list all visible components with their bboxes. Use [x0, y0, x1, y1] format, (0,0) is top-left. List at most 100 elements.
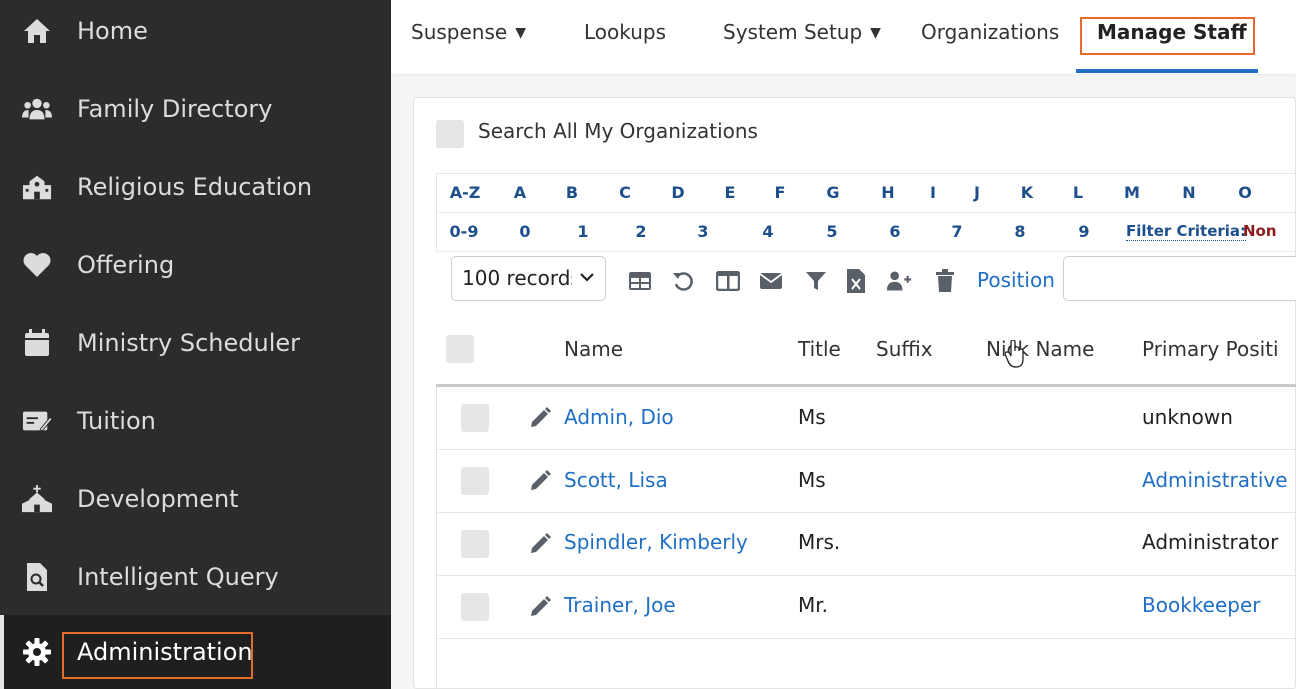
search-all-label: Search All My Organizations [478, 119, 758, 143]
pencil-icon[interactable] [528, 469, 552, 497]
sidebar: Home Family Directory Religious Educatio… [0, 0, 391, 689]
sidebar-item-ministry-scheduler[interactable]: Ministry Scheduler [0, 304, 391, 382]
alpha-filter-j[interactable]: J [957, 183, 997, 202]
pencil-icon[interactable] [528, 532, 552, 560]
manage-staff-highlight [1080, 17, 1255, 55]
staff-name-link[interactable]: Scott, Lisa [564, 468, 668, 492]
staff-name-link[interactable]: Trainer, Joe [564, 593, 676, 617]
row-checkbox[interactable] [461, 530, 489, 558]
alpha-filter-7[interactable]: 7 [937, 222, 977, 241]
home-icon [22, 16, 52, 46]
alpha-filter-c[interactable]: C [605, 183, 645, 202]
alpha-filter-m[interactable]: M [1112, 183, 1152, 202]
sidebar-item-intelligent-query[interactable]: Intelligent Query [0, 538, 391, 616]
school-icon [22, 172, 52, 202]
alpha-filter-1[interactable]: 1 [563, 222, 603, 241]
alpha-filter-9[interactable]: 9 [1064, 222, 1104, 241]
sidebar-item-family-directory[interactable]: Family Directory [0, 70, 391, 148]
pencil-icon[interactable] [528, 595, 552, 623]
alpha-filter-n[interactable]: N [1169, 183, 1209, 202]
alpha-filter-2[interactable]: 2 [621, 222, 661, 241]
records-per-page-select[interactable]: 100 records [451, 256, 606, 301]
tab-label: Suspense [411, 20, 508, 44]
table-left-border [436, 387, 437, 689]
alpha-filter-0[interactable]: 0 [505, 222, 545, 241]
alpha-filter-o[interactable]: O [1225, 183, 1265, 202]
active-tab-underline [1076, 69, 1258, 73]
sidebar-item-label: Development [77, 485, 239, 513]
calendar-icon [22, 328, 52, 358]
sidebar-item-offering[interactable]: Offering [0, 226, 391, 304]
search-all-checkbox[interactable] [436, 120, 464, 148]
staff-primary-position-link[interactable]: Bookkeeper [1142, 593, 1260, 617]
staff-primary-position: Administrator [1142, 530, 1279, 554]
staff-primary-position-link[interactable]: Administrative [1142, 468, 1288, 492]
alpha-filter-b[interactable]: B [552, 183, 592, 202]
alpha-filter-8[interactable]: 8 [1000, 222, 1040, 241]
caret-down-icon: ▼ [515, 25, 526, 41]
sidebar-item-label: Ministry Scheduler [77, 329, 301, 357]
sidebar-item-label: Family Directory [77, 95, 273, 123]
administration-highlight [62, 632, 253, 679]
sidebar-item-label: Offering [77, 251, 175, 279]
alpha-filter-k[interactable]: K [1007, 183, 1047, 202]
alpha-filter-h[interactable]: H [868, 183, 908, 202]
envelope-icon[interactable] [758, 268, 784, 294]
tab-lookups[interactable]: Lookups [584, 20, 666, 44]
staff-name-link[interactable]: Admin, Dio [564, 405, 674, 429]
alpha-filter-3[interactable]: 3 [683, 222, 723, 241]
sidebar-item-label: Religious Education [77, 173, 313, 201]
table-row: Scott, Lisa Ms Administrative [436, 450, 1296, 513]
alpha-filter-l[interactable]: L [1058, 183, 1098, 202]
tab-label: Organizations [921, 20, 1060, 44]
row-checkbox[interactable] [461, 404, 489, 432]
tab-organizations[interactable]: Organizations [921, 20, 1059, 44]
excel-icon[interactable] [843, 268, 869, 294]
trash-icon[interactable] [932, 268, 958, 294]
alpha-filter-a[interactable]: A [500, 183, 540, 202]
alpha-filter-4[interactable]: 4 [748, 222, 788, 241]
pencil-icon[interactable] [528, 406, 552, 434]
divider [437, 212, 1296, 213]
heart-icon [22, 250, 52, 280]
column-header-suffix[interactable]: Suffix [876, 337, 933, 361]
staff-title: Ms [798, 468, 826, 492]
column-header-name[interactable]: Name [564, 337, 623, 361]
tab-suspense[interactable]: Suspense ▼ [411, 20, 526, 44]
column-header-primary-position[interactable]: Primary Positi [1142, 337, 1279, 361]
alpha-filter-6[interactable]: 6 [875, 222, 915, 241]
tab-system-setup[interactable]: System Setup ▼ [723, 20, 881, 44]
filter-icon[interactable] [803, 268, 829, 294]
row-checkbox[interactable] [461, 467, 489, 495]
undo-icon[interactable] [670, 268, 696, 294]
alpha-filter-i[interactable]: I [913, 183, 953, 202]
table-icon[interactable] [627, 268, 653, 294]
staff-title: Mr. [798, 593, 828, 617]
table-row: Spindler, Kimberly Mrs. Administrator [436, 513, 1296, 576]
staff-name-link[interactable]: Spindler, Kimberly [564, 530, 748, 554]
columns-icon[interactable] [715, 268, 741, 294]
sidebar-item-development[interactable]: Development [0, 460, 391, 538]
alpha-filter-f[interactable]: F [760, 183, 800, 202]
sidebar-item-tuition[interactable]: Tuition [0, 382, 391, 460]
add-user-icon[interactable] [886, 268, 912, 294]
sidebar-item-religious-education[interactable]: Religious Education [0, 148, 391, 226]
select-all-checkbox[interactable] [446, 335, 474, 363]
position-link[interactable]: Position [977, 268, 1055, 292]
staff-title: Mrs. [798, 530, 841, 554]
sidebar-item-home[interactable]: Home [0, 0, 391, 70]
hand-cursor-icon [1004, 339, 1025, 372]
alpha-filter-g[interactable]: G [813, 183, 853, 202]
filter-criteria-label[interactable]: Filter Criteria: [1126, 222, 1247, 241]
alpha-filter-5[interactable]: 5 [812, 222, 852, 241]
position-input[interactable] [1063, 256, 1296, 301]
row-checkbox[interactable] [461, 593, 489, 621]
alpha-filter-all-letters[interactable]: A-Z [445, 183, 485, 202]
alpha-filter-d[interactable]: D [658, 183, 698, 202]
top-nav: Suspense ▼ Lookups System Setup ▼ Organiza… [391, 0, 1296, 74]
alpha-filter-all-digits[interactable]: 0-9 [444, 222, 484, 241]
filter-criteria-value: Non [1243, 222, 1277, 240]
column-header-nick-name[interactable]: Nick Name [986, 337, 1094, 361]
column-header-title[interactable]: Title [798, 337, 841, 361]
alpha-filter-e[interactable]: E [710, 183, 750, 202]
